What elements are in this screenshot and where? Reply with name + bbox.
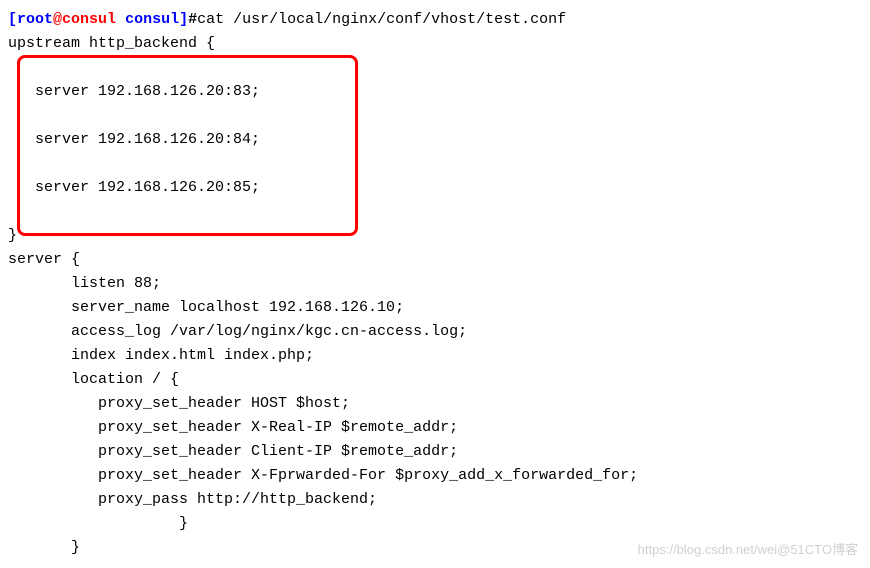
cfg-server-close: } <box>8 539 80 556</box>
prompt-close-bracket: ] <box>179 11 188 28</box>
cfg-server-open: server { <box>8 251 80 268</box>
cfg-proxy3: proxy_set_header Client-IP $remote_addr; <box>8 443 458 460</box>
prompt-hash: # <box>188 11 197 28</box>
prompt-host: consul <box>62 11 116 28</box>
terminal-output: [root@consul consul]#cat /usr/local/ngin… <box>8 8 862 560</box>
cfg-upstream-close: } <box>8 227 17 244</box>
prompt-cwd: consul <box>125 11 179 28</box>
cfg-srv1: server 192.168.126.20:83; <box>8 83 260 100</box>
cfg-proxy4: proxy_set_header X-Fprwarded-For $proxy_… <box>8 467 638 484</box>
command-text: cat /usr/local/nginx/conf/vhost/test.con… <box>197 11 566 28</box>
cfg-srv2: server 192.168.126.20:84; <box>8 131 260 148</box>
cfg-access-log: access_log /var/log/nginx/kgc.cn-access.… <box>8 323 467 340</box>
cfg-srv3: server 192.168.126.20:85; <box>8 179 260 196</box>
prompt-open-bracket: [ <box>8 11 17 28</box>
cfg-upstream-open: upstream http_backend { <box>8 35 215 52</box>
cfg-listen: listen 88; <box>8 275 161 292</box>
cfg-proxy5: proxy_pass http://http_backend; <box>8 491 377 508</box>
cfg-location-open: location / { <box>8 371 179 388</box>
cfg-proxy1: proxy_set_header HOST $host; <box>8 395 350 412</box>
prompt-at: @ <box>53 11 62 28</box>
cfg-server-name: server_name localhost 192.168.126.10; <box>8 299 404 316</box>
cfg-index: index index.html index.php; <box>8 347 314 364</box>
cfg-location-close: } <box>8 515 188 532</box>
prompt-user: root <box>17 11 53 28</box>
cfg-proxy2: proxy_set_header X-Real-IP $remote_addr; <box>8 419 458 436</box>
